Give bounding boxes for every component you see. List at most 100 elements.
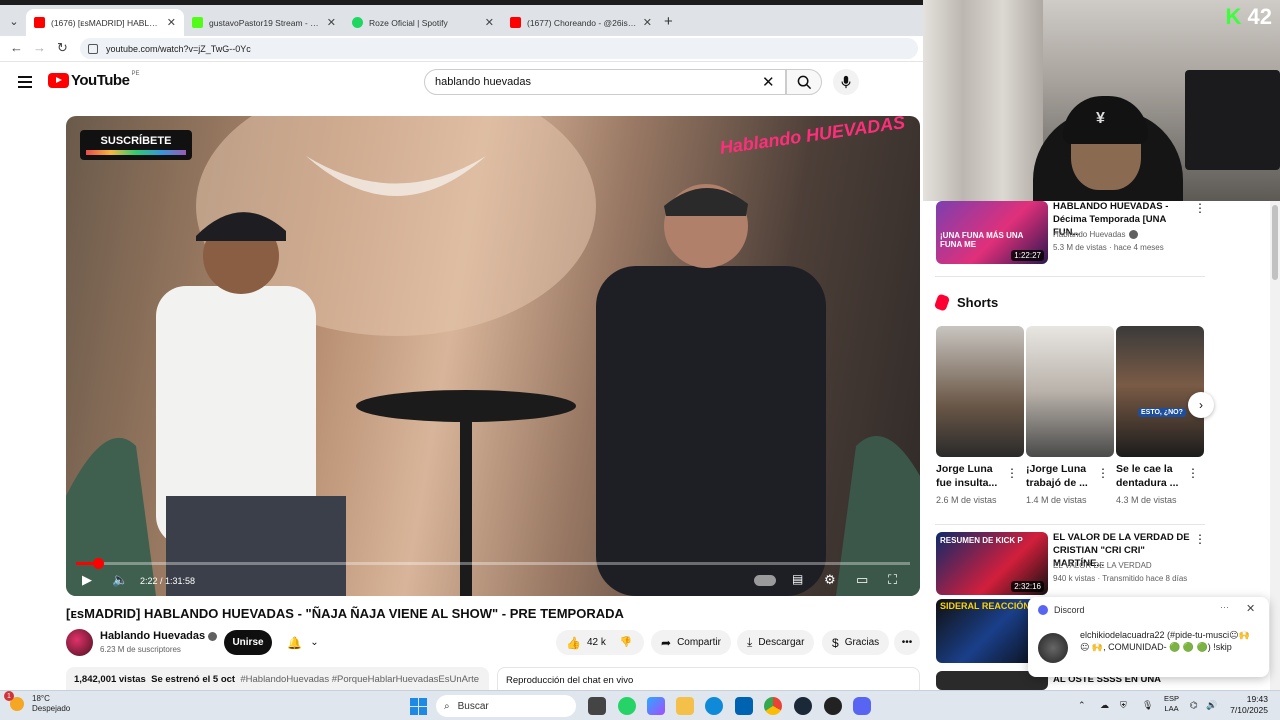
download-button[interactable]: ⤓ Descargar (737, 630, 815, 655)
onedrive-icon[interactable]: ☁ (1100, 700, 1109, 711)
steam-icon[interactable] (794, 697, 812, 715)
time-display: 2:22 / 1:31:58 (140, 576, 196, 586)
share-button[interactable]: ➦ Compartir (651, 630, 731, 655)
site-info-icon[interactable] (88, 43, 98, 54)
short-title[interactable]: ¡Jorge Luna trabajó de ... (1026, 462, 1090, 490)
taskbar-clock[interactable]: 19:43 7/10/2025 (1222, 694, 1268, 716)
store-icon[interactable] (735, 697, 753, 715)
close-tab-icon[interactable]: ✕ (643, 16, 652, 29)
search-icon: ⌕ (444, 700, 450, 712)
notification-bell-button[interactable]: 🔔 ⌄ (279, 630, 327, 655)
short-thumbnail[interactable]: ESTO, ¿NO? (1116, 326, 1204, 457)
discord-notification[interactable]: Discord ··· ✕ elchikiodelacuadra22 (#pid… (1028, 597, 1269, 677)
more-vertical-icon[interactable]: ⋮ (1006, 466, 1018, 480)
speaker-icon[interactable]: 🔊 (1206, 700, 1217, 711)
new-tab-icon[interactable]: + (664, 13, 673, 30)
tab-kick-stream[interactable]: gustavoPastor19 Stream - Watch ✕ (184, 9, 344, 36)
tab-youtube-hablando[interactable]: (1676) [ᴇsMADRID] HABLANDO ✕ (26, 9, 184, 36)
language-indicator[interactable]: ESP LAA (1164, 694, 1179, 714)
play-icon[interactable]: ▶ (82, 572, 92, 588)
sidebar-video-channel[interactable]: Hablando Huevadas (1053, 230, 1138, 240)
sidebar-video-channel[interactable]: EL VALOR DE LA VERDAD (1053, 561, 1152, 570)
short-views: 2.6 M de vistas (936, 495, 997, 505)
close-tab-icon[interactable]: ✕ (167, 16, 176, 29)
network-icon[interactable]: ⌬ (1190, 700, 1198, 711)
join-button[interactable]: Unirse (224, 630, 272, 655)
subscriber-count: 6.23 M de suscriptores (100, 645, 181, 654)
file-explorer-icon[interactable] (676, 697, 694, 715)
address-bar[interactable]: youtube.com/watch?v=jZ_TwG--0Yc (80, 38, 918, 59)
tab-spotify[interactable]: Roze Oficial | Spotify ✕ (344, 9, 502, 36)
fullscreen-icon[interactable]: ⛶ (888, 572, 897, 588)
thumbs-up-icon[interactable]: 👍 (566, 636, 581, 650)
windows-start-icon[interactable] (410, 698, 427, 715)
copilot-icon[interactable] (647, 697, 665, 715)
video-title: [ᴇsMADRID] HABLANDO HUEVADAS - "ÑAJA ÑAJ… (66, 606, 624, 621)
divider (935, 276, 1205, 277)
channel-name-link[interactable]: Hablando Huevadas (100, 630, 218, 642)
close-notification-icon[interactable]: ✕ (1246, 602, 1255, 615)
kick-favicon-icon (192, 17, 203, 28)
close-tab-icon[interactable]: ✕ (327, 16, 336, 29)
video-player[interactable]: SUSCRÍBETE Hablando HUEVADAS ▶ 🔈 2:22 / … (66, 116, 920, 596)
youtube-logo[interactable]: YouTube PE (48, 71, 139, 89)
sidebar-video-thumbnail[interactable]: ¡UNA FUNA MÁS UNA FUNA ME 1:22:27 (936, 201, 1048, 264)
more-vertical-icon[interactable]: ⋮ (1194, 201, 1206, 215)
subtitles-icon[interactable]: ▤ (792, 572, 803, 586)
chevron-up-icon[interactable]: ⌃ (1078, 700, 1086, 711)
sidebar-video-meta: 940 k vistas · Transmitido hace 8 días (1053, 574, 1188, 583)
shorts-next-button[interactable]: › (1188, 392, 1214, 418)
search-button[interactable] (786, 69, 822, 95)
microphone-tray-icon[interactable]: 🎙 (1142, 700, 1153, 711)
thumbs-down-icon[interactable]: 👎 (620, 637, 632, 648)
whatsapp-icon[interactable] (618, 697, 636, 715)
autoplay-toggle[interactable] (754, 575, 776, 586)
color-stripe (86, 150, 186, 155)
security-icon[interactable]: ⛨ (1120, 700, 1127, 711)
notification-options-icon[interactable]: ··· (1220, 602, 1229, 612)
browser-tab-strip: ⌄ (1676) [ᴇsMADRID] HABLANDO ✕ gustavoPa… (0, 0, 923, 36)
progress-bar[interactable] (76, 558, 910, 569)
more-actions-button[interactable]: ••• (894, 630, 920, 655)
short-title[interactable]: Se le cae la dentadura ... (1116, 462, 1180, 490)
chevron-right-icon: › (1199, 398, 1203, 412)
divider (935, 524, 1205, 525)
verified-badge-icon (208, 631, 218, 641)
edge-icon[interactable] (705, 697, 723, 715)
more-vertical-icon[interactable]: ⋮ (1097, 466, 1109, 480)
tab-youtube-choreando[interactable]: (1677) Choreando - @26is , @ ✕ (502, 9, 660, 36)
obs-icon[interactable] (824, 697, 842, 715)
short-title[interactable]: Jorge Luna fue insulta... (936, 462, 1000, 490)
settings-gear-icon[interactable]: ⚙ (824, 572, 836, 588)
discord-taskbar-icon[interactable] (853, 697, 871, 715)
thanks-button[interactable]: $ Gracias (822, 630, 890, 655)
like-dislike-button[interactable]: 👍 42 k 👎 (556, 630, 644, 655)
theater-mode-icon[interactable]: ▭ (856, 572, 868, 588)
sidebar-scrollbar[interactable] (1270, 201, 1280, 690)
more-vertical-icon[interactable]: ⋮ (1194, 532, 1206, 546)
youtube-header: YouTube PE hablando huevadas ✕ (0, 62, 923, 102)
voice-search-button[interactable] (833, 69, 859, 95)
reload-icon[interactable]: ↻ (57, 40, 68, 56)
task-view-icon[interactable] (588, 697, 606, 715)
close-tab-icon[interactable]: ✕ (485, 16, 494, 29)
volume-icon[interactable]: 🔈 (112, 572, 128, 588)
channel-avatar[interactable] (66, 629, 93, 656)
webcam-overlay: ¥ K 42 (923, 0, 1280, 201)
back-arrow-icon[interactable]: ← (10, 40, 23, 55)
menu-icon[interactable] (18, 76, 32, 91)
chrome-icon[interactable] (764, 697, 782, 715)
verified-badge-icon (1128, 230, 1138, 240)
tab-search-icon[interactable]: ⌄ (4, 11, 24, 31)
sidebar-video-thumbnail[interactable]: RESUMEN DE KICK P 2:32:16 (936, 532, 1048, 595)
scrollbar-thumb[interactable] (1272, 205, 1278, 280)
more-vertical-icon[interactable]: ⋮ (1187, 466, 1199, 480)
forward-arrow-icon[interactable]: → (33, 40, 46, 55)
short-thumbnail[interactable] (1026, 326, 1114, 457)
taskbar-search-box[interactable]: ⌕ Buscar (436, 695, 576, 717)
clear-search-icon[interactable]: ✕ (762, 73, 775, 91)
weather-widget[interactable]: 1 18°C Despejado (4, 691, 70, 714)
search-input[interactable]: hablando huevadas (424, 69, 786, 95)
thanks-dollar-icon: $ (832, 635, 839, 650)
short-thumbnail[interactable] (936, 326, 1024, 457)
